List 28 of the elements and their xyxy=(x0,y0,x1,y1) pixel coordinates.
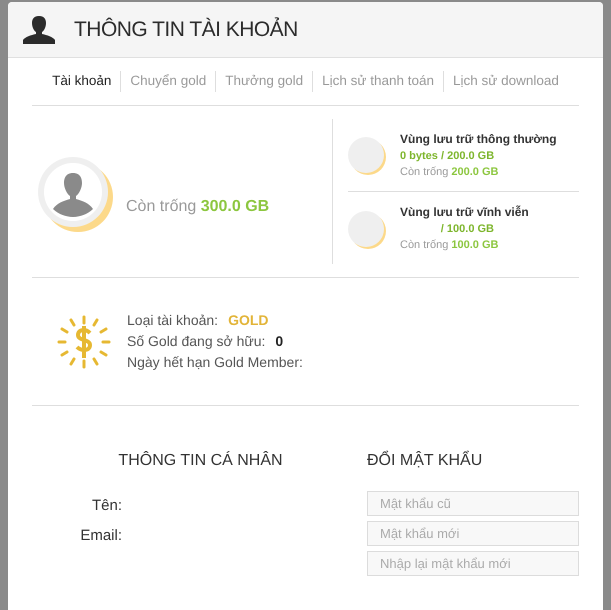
free-space-text: Còn trống 300.0 GB xyxy=(126,196,270,216)
window-title: THÔNG TIN TÀI KHOẢN xyxy=(74,16,298,43)
dollar-sun-icon xyxy=(56,314,112,370)
info-value: 0 xyxy=(275,332,284,351)
storage-free-text: Còn trống 100.0 GB xyxy=(400,238,500,253)
password-field[interactable]: Mật khẩu mới xyxy=(367,521,579,546)
field-label: Email: xyxy=(79,526,122,546)
tab[interactable]: Lịch sử thanh toán xyxy=(312,71,444,92)
tab[interactable]: Lịch sử download xyxy=(443,71,568,92)
section-title: ĐỔI MẬT KHẨU xyxy=(367,450,484,471)
tab[interactable]: Thưởng gold xyxy=(215,71,312,92)
tab[interactable]: Chuyển gold xyxy=(120,71,216,92)
info-label: Ngày hết hạn Gold Member: xyxy=(127,353,303,372)
password-field[interactable]: Nhập lại mật khẩu mới xyxy=(367,551,579,576)
info-label: Loại tài khoản: xyxy=(127,311,218,330)
avatar-icon xyxy=(44,162,102,220)
storage-title: Vùng lưu trữ vĩnh viễn xyxy=(400,204,529,220)
storage-usage: / 100.0 GB xyxy=(440,222,494,237)
section-title: THÔNG TIN CÁ NHÂN xyxy=(117,450,284,471)
storage-free-text: Còn trống 200.0 GB xyxy=(400,164,500,180)
field-label: Tên: xyxy=(90,496,122,516)
storage-usage: 0 bytes / 200.0 GB xyxy=(400,148,494,164)
user-icon xyxy=(23,16,55,44)
password-field[interactable]: Mật khẩu cũ xyxy=(367,491,579,516)
info-label: Số Gold đang sở hữu: xyxy=(127,332,266,351)
tab[interactable]: Tài khoản xyxy=(43,71,120,92)
info-value: GOLD xyxy=(228,311,269,330)
storage-title: Vùng lưu trữ thông thường xyxy=(400,130,557,146)
